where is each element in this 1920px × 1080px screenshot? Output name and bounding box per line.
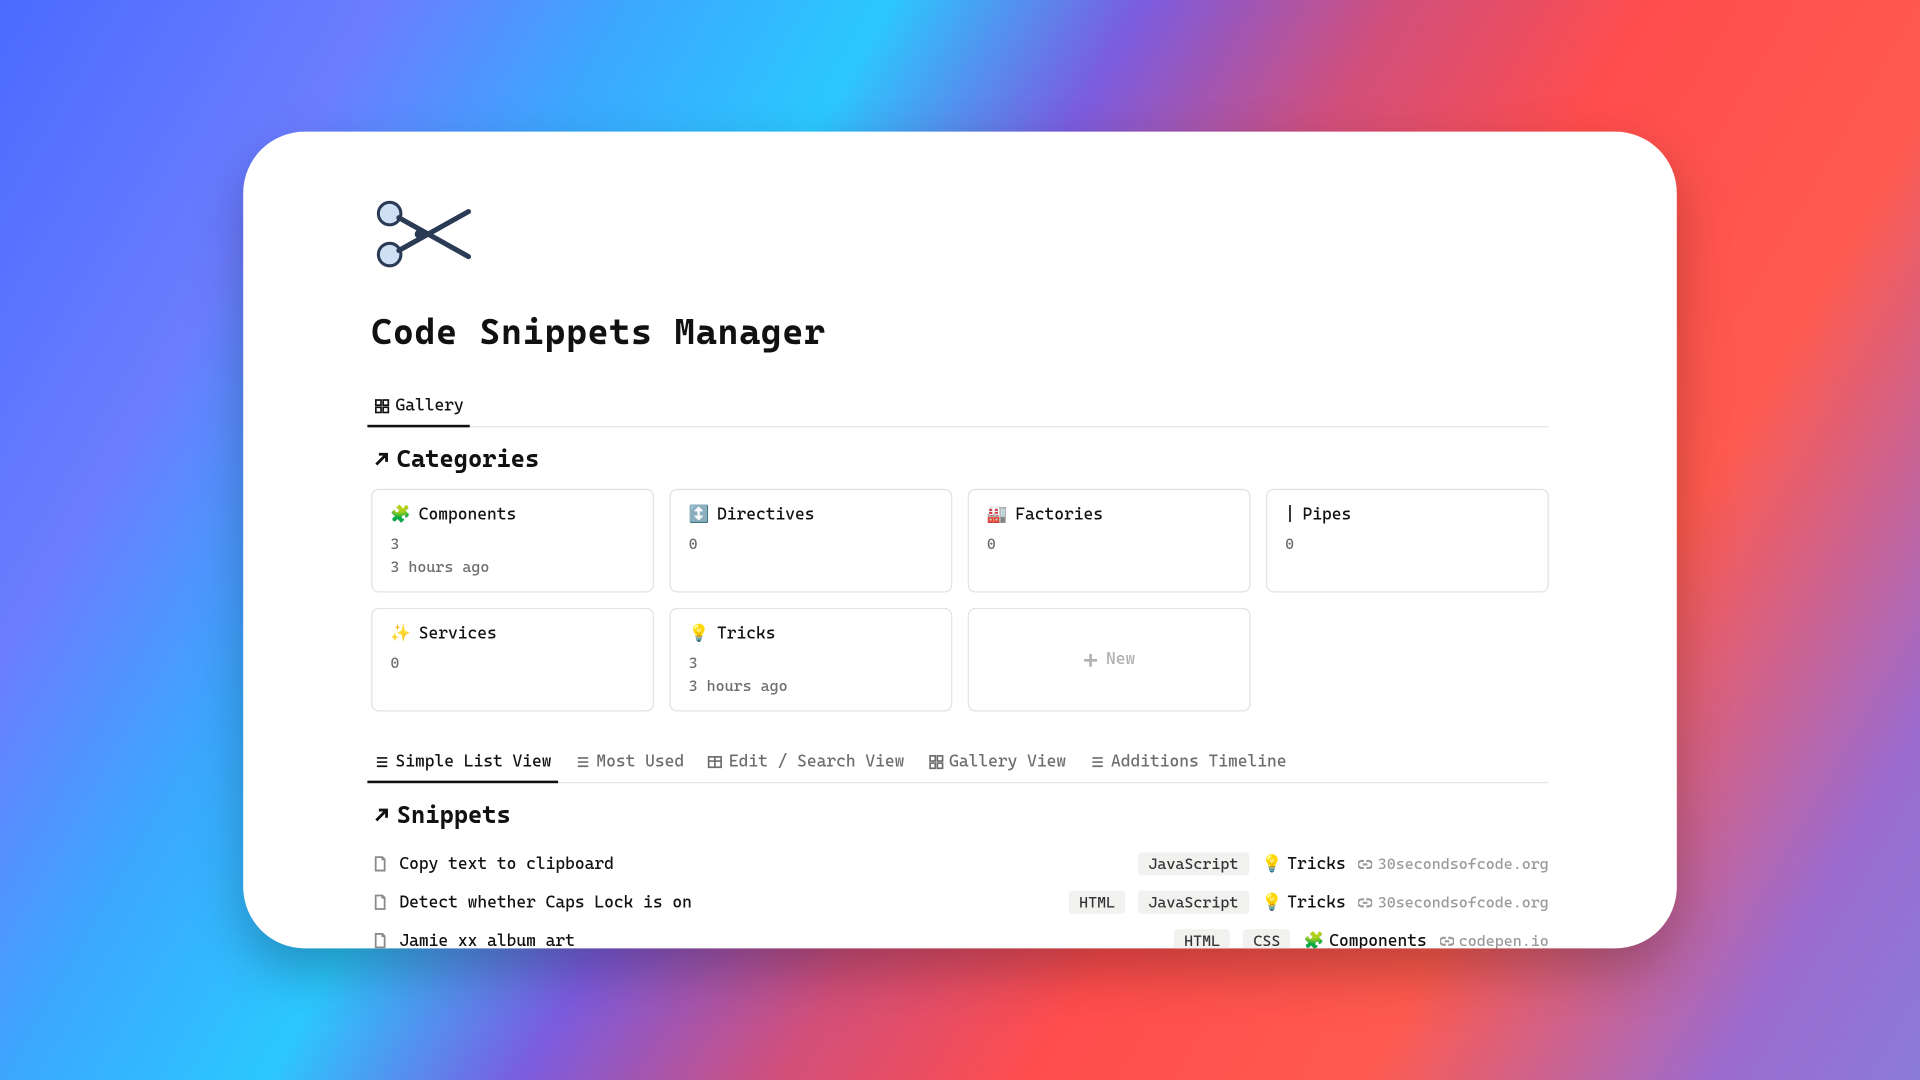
category-emoji: 💡 <box>689 626 710 643</box>
list-item[interactable]: Detect whether Caps Lock is on HTML Java… <box>371 883 1549 921</box>
gallery-icon <box>374 398 391 415</box>
link-icon <box>1359 857 1373 871</box>
tab-label: Gallery <box>396 397 464 416</box>
category-count: 3 <box>689 654 933 672</box>
category-name: Factories <box>1015 505 1103 524</box>
northeast-arrow-icon <box>371 805 391 825</box>
category-card-pipes[interactable]: | Pipes 0 <box>1266 489 1549 593</box>
table-icon <box>707 754 724 771</box>
category-card-services[interactable]: ✨ Services 0 <box>371 608 654 712</box>
snippet-category: 🧩 Components <box>1303 931 1426 948</box>
category-card-tricks[interactable]: 💡 Tricks 3 3 hours ago <box>669 608 952 712</box>
tab-most-used[interactable]: Most Used <box>572 745 687 782</box>
category-emoji: ↕️ <box>689 507 710 524</box>
gallery-icon <box>927 754 944 771</box>
category-count: 0 <box>689 535 933 553</box>
tab-label: Edit / Search View <box>729 752 905 771</box>
snippet-category: 💡 Tricks <box>1261 854 1345 873</box>
new-label: New <box>1106 650 1135 669</box>
link-icon <box>1440 934 1454 948</box>
northeast-arrow-icon <box>371 449 391 469</box>
snippets-view-tabs: Simple List View Most Used Edit / Search… <box>371 745 1549 783</box>
document-icon <box>371 893 389 911</box>
list-icon <box>1089 754 1106 771</box>
link-icon <box>1359 895 1373 909</box>
language-tag: JavaScript <box>1138 891 1248 914</box>
app-window: Code Snippets Manager Gallery Categories… <box>243 132 1677 949</box>
language-tag: CSS <box>1243 929 1290 948</box>
tab-label: Simple List View <box>396 752 552 771</box>
list-item[interactable]: Jamie xx album art HTML CSS 🧩 Components… <box>371 921 1549 948</box>
snippet-category: 💡 Tricks <box>1261 893 1345 912</box>
plus-icon <box>1083 652 1098 667</box>
list-item[interactable]: Copy text to clipboard JavaScript 💡 Tric… <box>371 845 1549 883</box>
category-count: 0 <box>987 535 1231 553</box>
category-emoji: ✨ <box>390 626 411 643</box>
language-tag: HTML <box>1174 929 1230 948</box>
category-name: Services <box>419 624 497 643</box>
category-emoji: 🏭 <box>987 507 1008 524</box>
snippet-source: 30secondsofcode.org <box>1359 855 1549 873</box>
document-icon <box>371 932 389 949</box>
tab-edit-search-view[interactable]: Edit / Search View <box>705 745 907 782</box>
tab-label: Most Used <box>596 752 684 771</box>
category-count: 0 <box>1285 535 1529 553</box>
category-card-components[interactable]: 🧩 Components 3 3 hours ago <box>371 489 654 593</box>
snippet-title: Jamie xx album art <box>399 931 574 948</box>
categories-heading[interactable]: Categories <box>371 445 1549 473</box>
category-card-factories[interactable]: 🏭 Factories 0 <box>968 489 1251 593</box>
category-updated: 3 hours ago <box>689 677 933 695</box>
snippet-source: 30secondsofcode.org <box>1359 893 1549 911</box>
category-emoji: 🧩 <box>390 507 411 524</box>
category-name: Pipes <box>1303 505 1352 524</box>
list-icon <box>374 754 391 771</box>
category-count: 0 <box>390 654 634 672</box>
scissors-icon <box>371 193 473 275</box>
section-label: Snippets <box>397 801 511 829</box>
language-tag: JavaScript <box>1138 852 1248 875</box>
snippets-heading[interactable]: Snippets <box>371 801 1549 829</box>
tab-label: Gallery View <box>949 752 1066 771</box>
category-name: Directives <box>717 505 814 524</box>
category-updated: 3 hours ago <box>390 558 634 576</box>
categories-view-tabs: Gallery <box>371 389 1549 427</box>
snippet-source: codepen.io <box>1440 932 1549 949</box>
document-icon <box>371 855 389 873</box>
tab-additions-timeline[interactable]: Additions Timeline <box>1087 745 1289 782</box>
category-name: Components <box>419 505 517 524</box>
snippets-list: Copy text to clipboard JavaScript 💡 Tric… <box>371 845 1549 949</box>
category-name: Tricks <box>717 624 775 643</box>
tab-gallery-view[interactable]: Gallery View <box>925 745 1069 782</box>
category-card-directives[interactable]: ↕️ Directives 0 <box>669 489 952 593</box>
tab-simple-list-view[interactable]: Simple List View <box>371 745 554 782</box>
snippet-title: Detect whether Caps Lock is on <box>399 893 691 912</box>
section-label: Categories <box>397 445 540 473</box>
tab-gallery[interactable]: Gallery <box>371 389 466 426</box>
new-category-button[interactable]: New <box>968 608 1251 712</box>
categories-gallery: 🧩 Components 3 3 hours ago ↕️ Directives… <box>371 489 1549 712</box>
category-emoji: | <box>1285 507 1295 524</box>
tab-label: Additions Timeline <box>1111 752 1287 771</box>
snippet-title: Copy text to clipboard <box>399 854 613 873</box>
page-title: Code Snippets Manager <box>371 311 1549 353</box>
language-tag: HTML <box>1069 891 1125 914</box>
list-icon <box>575 754 592 771</box>
category-count: 3 <box>390 535 634 553</box>
